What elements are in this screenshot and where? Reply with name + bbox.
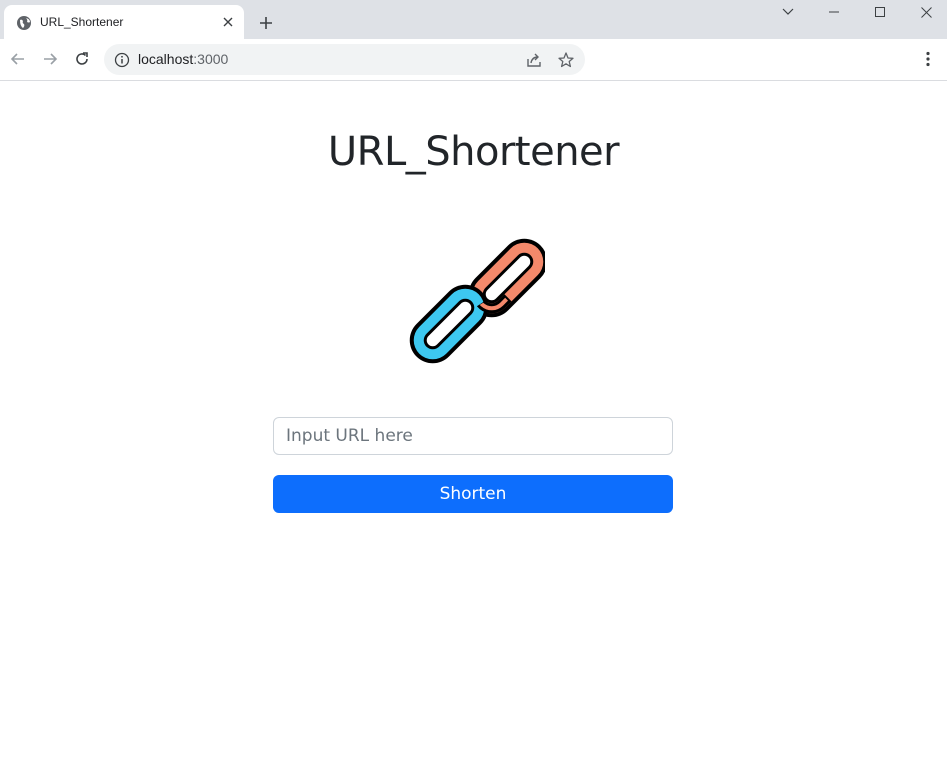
close-window-icon[interactable] <box>903 0 947 24</box>
chain-link-icon <box>409 238 545 364</box>
globe-icon <box>17 16 31 30</box>
forward-arrow-icon[interactable] <box>39 48 61 70</box>
tab-title: URL_Shortener <box>40 15 124 29</box>
share-icon[interactable] <box>525 51 543 69</box>
url-input[interactable] <box>273 417 673 455</box>
page-content: URL_Shortener Shorten <box>0 82 947 773</box>
address-url[interactable]: localhost:3000 <box>138 51 228 68</box>
maximize-icon[interactable] <box>857 0 903 24</box>
tab-strip: URL_Shortener <box>0 0 947 39</box>
minimize-icon[interactable] <box>811 0 857 24</box>
address-bar[interactable]: localhost:3000 <box>104 44 585 75</box>
back-arrow-icon[interactable] <box>7 48 29 70</box>
more-menu-icon[interactable] <box>918 48 938 70</box>
address-host: localhost <box>138 51 194 67</box>
shorten-button[interactable]: Shorten <box>273 475 673 513</box>
new-tab-icon[interactable] <box>254 11 278 35</box>
browser-toolbar: localhost:3000 <box>0 39 947 81</box>
browser-tab[interactable]: URL_Shortener <box>4 5 244 39</box>
reload-icon[interactable] <box>71 48 93 70</box>
tab-close-icon[interactable] <box>220 14 236 30</box>
page-title: URL_Shortener <box>327 129 620 175</box>
site-info-icon[interactable] <box>114 52 130 68</box>
tab-search-icon[interactable] <box>765 0 811 24</box>
bookmark-star-icon[interactable] <box>557 51 575 69</box>
address-port: :3000 <box>193 51 229 67</box>
